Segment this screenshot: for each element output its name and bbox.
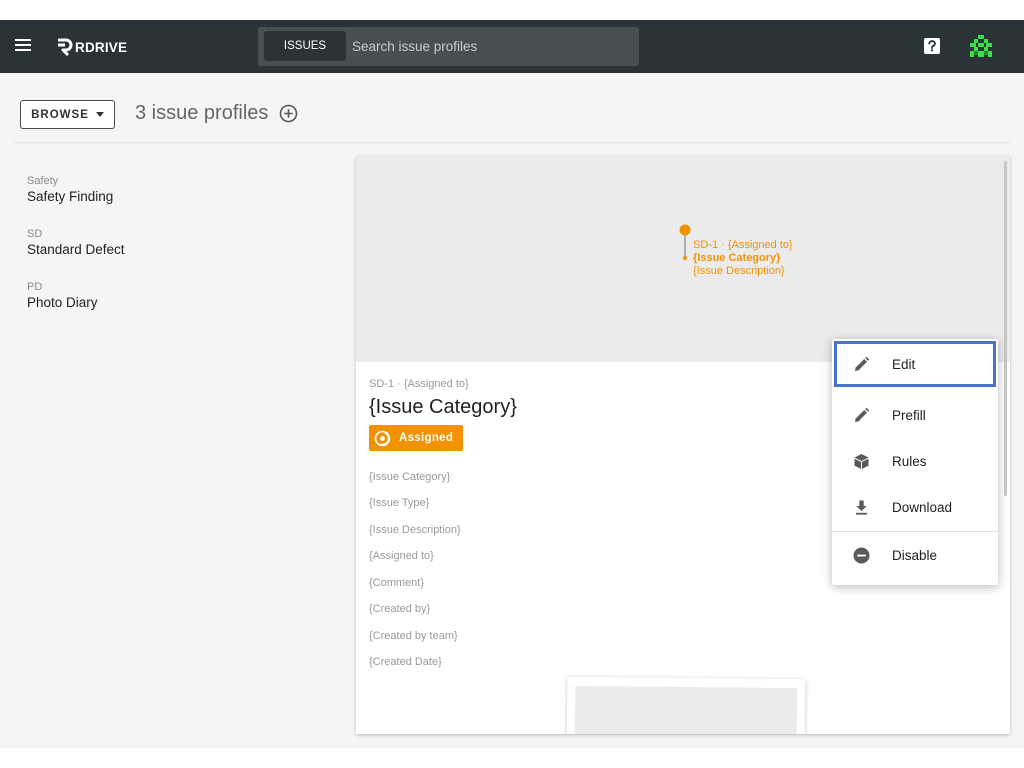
profile-list-item-pd[interactable]: PD Photo Diary [27,280,327,333]
field-placeholder: {Issue Description} [369,523,461,536]
page-title: 3 issue profiles [135,102,269,124]
profile-list-item-safety[interactable]: Safety Safety Finding [27,174,327,227]
profile-name: Standard Defect [27,242,125,257]
menu-item-label: Edit [892,357,916,372]
logo-mark-icon [58,38,73,57]
menu-item-edit[interactable]: Edit [834,341,996,387]
logo-text: RDRIVE [75,39,128,55]
profile-name: Safety Finding [27,189,114,204]
field-placeholder: {Created by team} [369,629,458,642]
help-icon[interactable] [923,37,941,55]
profile-code: Safety [27,175,59,187]
profile-code: SD [27,228,43,240]
menu-item-label: Rules [892,454,927,469]
photo-placeholder-image [574,685,798,734]
field-list: {Issue Category} {Issue Type} {Issue Des… [369,470,829,682]
hamburger-menu-icon[interactable] [15,39,31,53]
menu-item-label: Download [892,500,953,515]
pencil-icon [855,407,870,422]
map-pin-icon [679,224,691,260]
caret-down-icon [95,112,104,117]
field-placeholder: {Created by} [369,603,431,615]
browse-button-label: BROWSE [31,108,89,121]
pencil-icon [855,356,870,371]
field-placeholder: {Comment} [369,576,425,589]
download-icon [856,500,867,515]
app-logo[interactable]: RDRIVE [55,36,127,58]
menu-item-disable[interactable]: Disable [832,532,998,578]
field-placeholder: {Issue Type} [369,497,430,509]
pin-label-line: SD-1 · {Assigned to} [693,239,793,251]
top-bar: RDRIVE ISSUES [0,20,1024,73]
assigned-status-icon [374,430,391,446]
profile-list: Safety Safety Finding SD Standard Defect… [27,174,327,333]
menu-item-label: Disable [892,548,938,563]
menu-item-rules[interactable]: Rules [832,438,998,484]
search-bar: ISSUES [258,27,639,66]
add-circle-icon[interactable] [279,104,298,123]
profile-code: PD [27,281,43,293]
profile-name: Photo Diary [27,295,98,310]
browse-button[interactable]: BROWSE [20,100,115,129]
search-scope-chip[interactable]: ISSUES [264,31,346,61]
header-divider [14,142,1010,143]
issue-meta: SD-1 · {Assigned to} [369,378,469,390]
field-placeholder: {Issue Category} [369,470,451,483]
field-placeholder: {Assigned to} [369,550,434,562]
profile-context-menu: Edit Prefill Rules Download Disable [832,339,998,585]
cube-icon [854,454,869,469]
search-input[interactable] [352,31,632,61]
pin-label-description: {Issue Description} [693,265,785,277]
app-window: RDRIVE ISSUES BROWSE [0,0,1024,768]
status-badge: Assigned [369,425,464,451]
issue-title: {Issue Category} [369,396,517,418]
user-avatar[interactable] [968,33,994,59]
minus-circle-icon [853,547,870,564]
menu-item-prefill[interactable]: Prefill [832,392,998,438]
card-scrollbar[interactable] [1004,161,1007,496]
menu-item-download[interactable]: Download [832,484,998,530]
map-preview: SD-1 · {Assigned to} {Issue Category} {I… [356,156,1010,362]
status-badge-label: Assigned [399,432,454,444]
pin-label-category: {Issue Category} [693,252,781,264]
menu-item-label: Prefill [892,408,926,423]
profile-list-item-sd[interactable]: SD Standard Defect [27,227,327,280]
issue-details: SD-1 · {Assigned to} {Issue Category} As… [369,377,829,682]
pin-label: SD-1 · {Assigned to} {Issue Category} {I… [693,239,793,278]
photo-placeholder [566,676,806,734]
